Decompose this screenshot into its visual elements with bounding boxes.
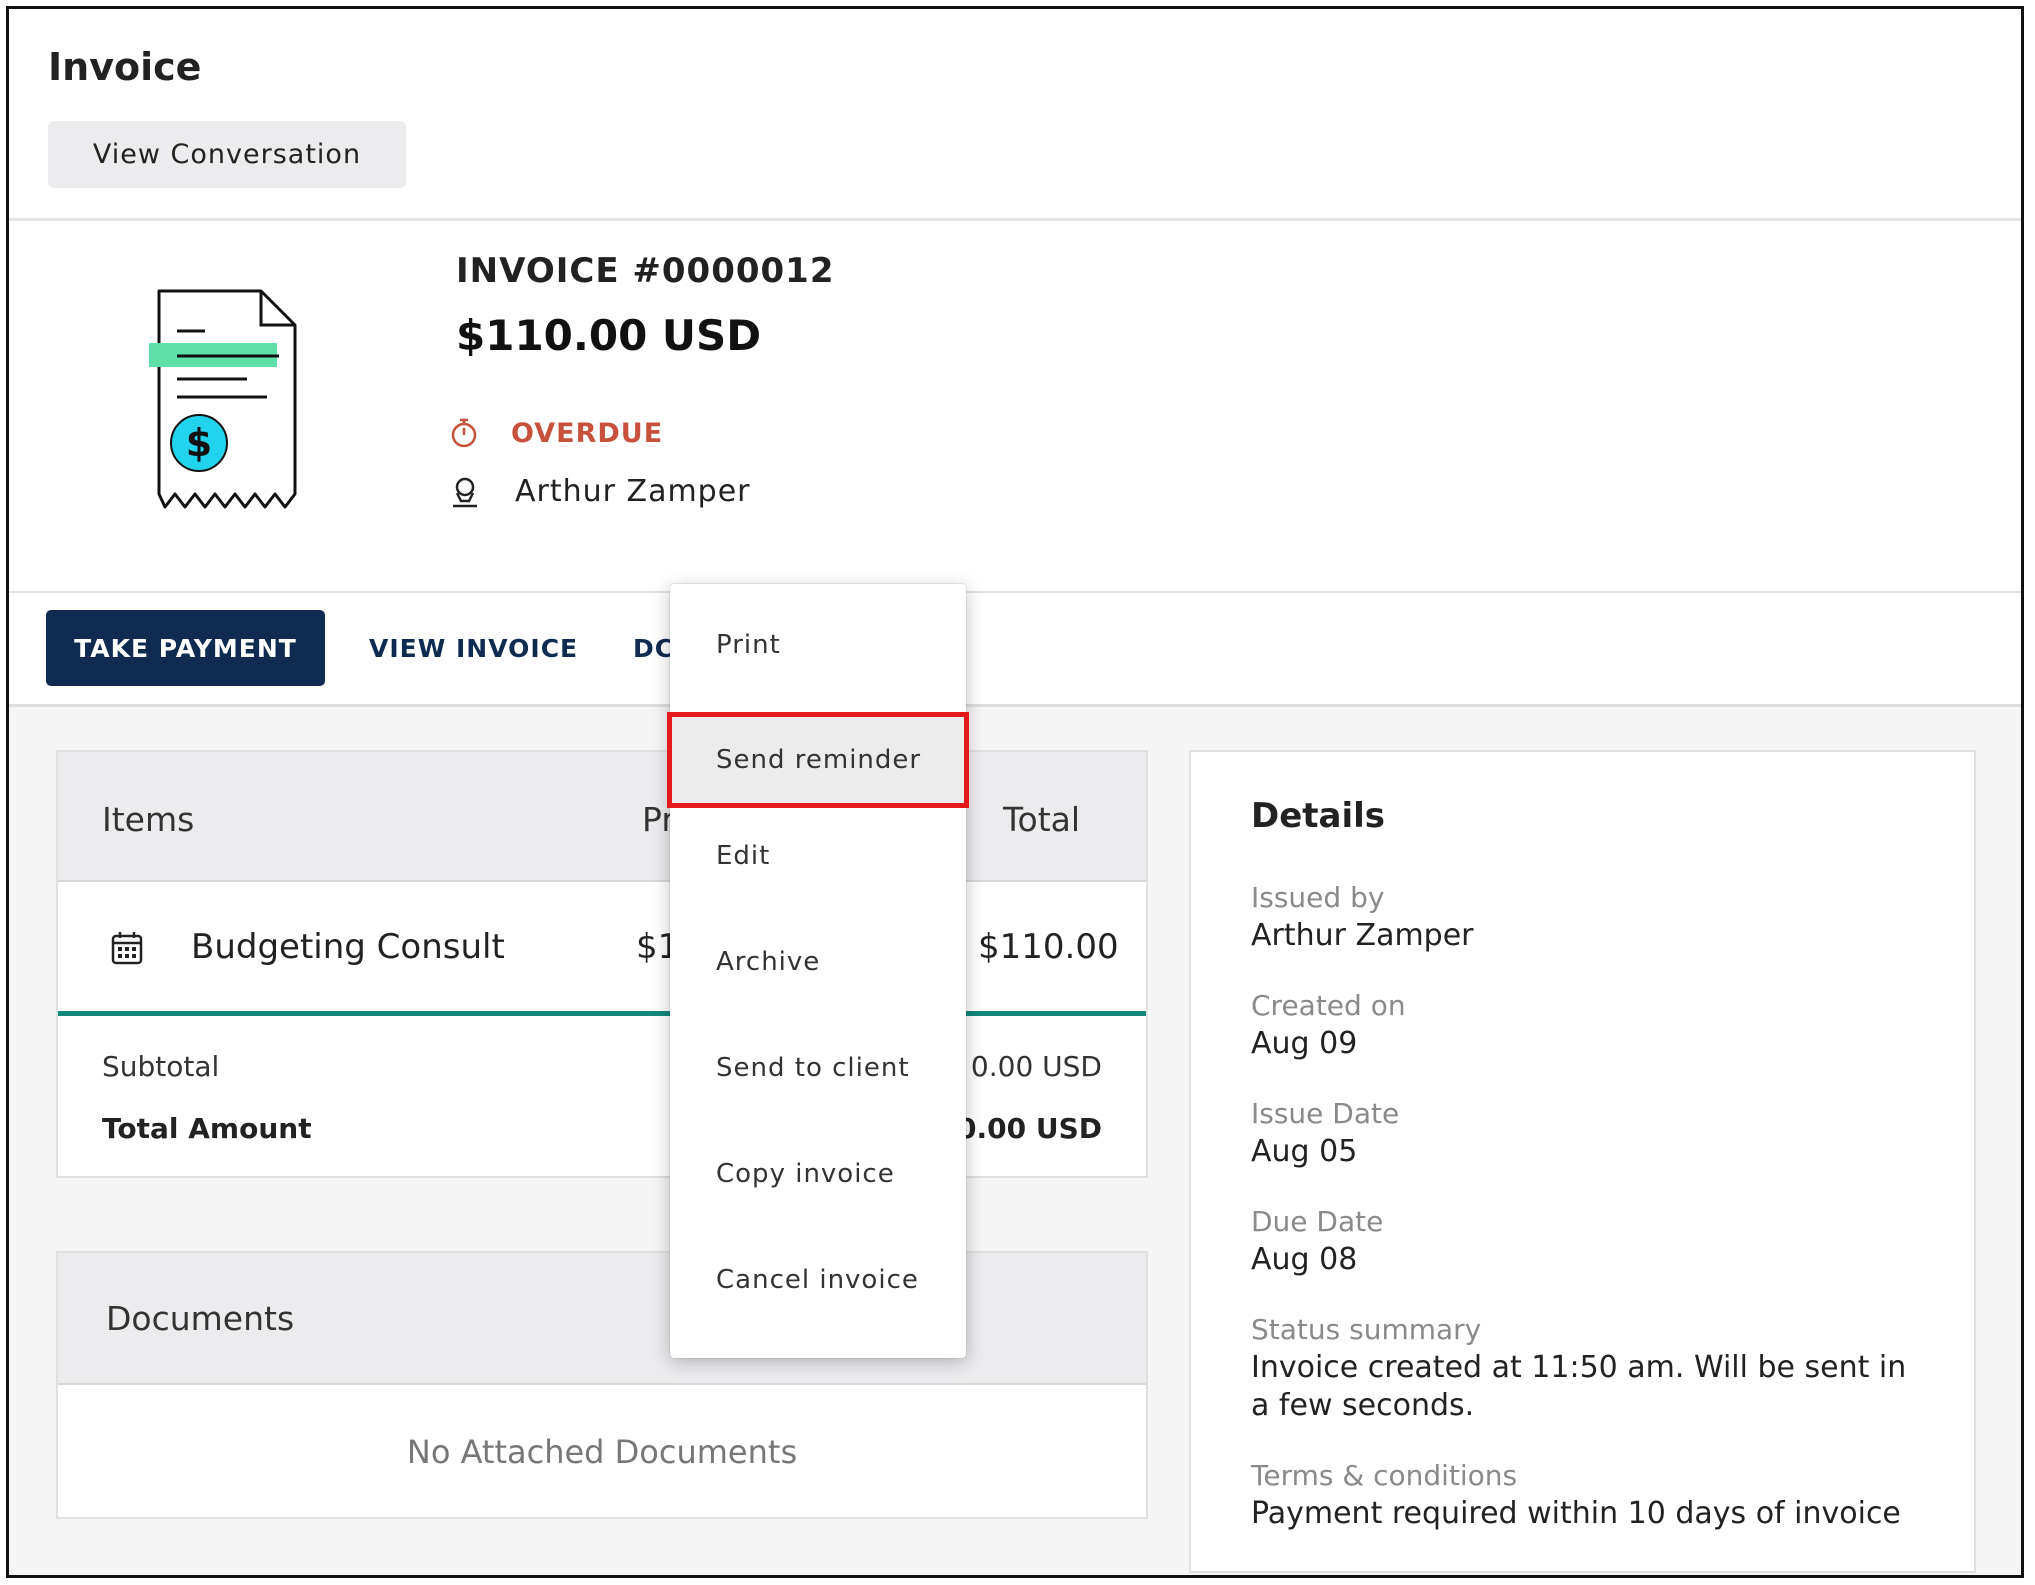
divider xyxy=(9,218,2021,221)
divider xyxy=(9,591,2021,593)
detail-value: Payment required within 10 days of invoi… xyxy=(1251,1496,1901,1531)
detail-terms: Terms & conditions Payment required with… xyxy=(1251,1457,1934,1533)
documents-title: Documents xyxy=(106,1299,295,1338)
documents-card: Documents No Attached Documents xyxy=(56,1251,1148,1519)
detail-label: Status summary xyxy=(1251,1313,1482,1346)
more-actions-link[interactable]: DC xyxy=(633,634,674,663)
stopwatch-icon xyxy=(451,418,477,448)
detail-value: Arthur Zamper xyxy=(1251,918,1474,953)
menu-item-print[interactable]: Print xyxy=(670,600,966,690)
documents-empty-text: No Attached Documents xyxy=(406,1433,798,1471)
menu-item-edit[interactable]: Edit xyxy=(670,811,966,901)
menu-item-send-reminder[interactable]: Send reminder xyxy=(667,712,969,808)
item-total: $110.00 xyxy=(978,927,1119,967)
invoice-amount: $110.00 USD xyxy=(456,311,762,360)
detail-issued-by: Issued by Arthur Zamper xyxy=(1251,879,1934,955)
detail-label: Due Date xyxy=(1251,1205,1384,1238)
calendar-icon xyxy=(111,932,143,965)
detail-value: Aug 09 xyxy=(1251,1026,1358,1061)
client-name: Arthur Zamper xyxy=(515,474,751,509)
details-card: Details Issued by Arthur Zamper Created … xyxy=(1189,750,1976,1573)
client-icon xyxy=(453,477,477,507)
detail-label: Terms & conditions xyxy=(1251,1459,1518,1492)
column-header-total: Total xyxy=(1003,800,1081,839)
overdue-status-badge: OVERDUE xyxy=(511,417,664,449)
items-card: Items Pr Total Budgeting Consult $1 $110… xyxy=(56,750,1148,1178)
invoice-illustration-icon: $ xyxy=(149,289,297,509)
menu-item-send-to-client[interactable]: Send to client xyxy=(670,1023,966,1113)
menu-item-cancel-invoice[interactable]: Cancel invoice xyxy=(670,1235,966,1325)
detail-value: Invoice created at 11:50 am. Will be sen… xyxy=(1251,1350,1907,1423)
page-title: Invoice xyxy=(48,45,202,89)
menu-item-archive[interactable]: Archive xyxy=(670,917,966,1007)
take-payment-button[interactable]: TAKE PAYMENT xyxy=(46,610,325,686)
detail-due-date: Due Date Aug 08 xyxy=(1251,1203,1934,1279)
invoice-number: INVOICE #0000012 xyxy=(456,251,835,291)
status-row: OVERDUE xyxy=(449,417,663,449)
detail-label: Issue Date xyxy=(1251,1097,1400,1130)
column-header-items: Items xyxy=(102,800,195,839)
subtotal-label: Subtotal xyxy=(102,1050,220,1083)
view-conversation-button[interactable]: View Conversation xyxy=(48,121,406,188)
detail-label: Created on xyxy=(1251,989,1406,1022)
total-amount-label: Total Amount xyxy=(102,1112,312,1145)
item-row-underline xyxy=(58,1011,1146,1016)
svg-text:$: $ xyxy=(186,421,212,465)
items-table-header: Items Pr Total xyxy=(58,752,1146,882)
detail-value: Aug 05 xyxy=(1251,1134,1358,1169)
menu-item-copy-invoice[interactable]: Copy invoice xyxy=(670,1129,966,1219)
details-title: Details xyxy=(1251,796,1386,836)
actions-dropdown-menu: Print Send reminder Edit Archive Send to… xyxy=(667,584,969,1358)
app-frame: Invoice View Conversation $ INVOICE #000… xyxy=(6,6,2024,1578)
detail-label: Issued by xyxy=(1251,881,1385,914)
detail-value: Aug 08 xyxy=(1251,1242,1358,1277)
documents-header: Documents xyxy=(58,1253,1146,1385)
total-amount-value: 0.00 USD xyxy=(957,1112,1102,1145)
detail-status-summary: Status summary Invoice created at 11:50 … xyxy=(1251,1311,1934,1425)
subtotal-value: 0.00 USD xyxy=(970,1050,1102,1083)
detail-issue-date: Issue Date Aug 05 xyxy=(1251,1095,1934,1171)
client-row: Arthur Zamper xyxy=(449,474,751,509)
detail-created-on: Created on Aug 09 xyxy=(1251,987,1934,1063)
view-invoice-link[interactable]: VIEW INVOICE xyxy=(369,634,578,663)
item-name: Budgeting Consult xyxy=(191,927,505,967)
